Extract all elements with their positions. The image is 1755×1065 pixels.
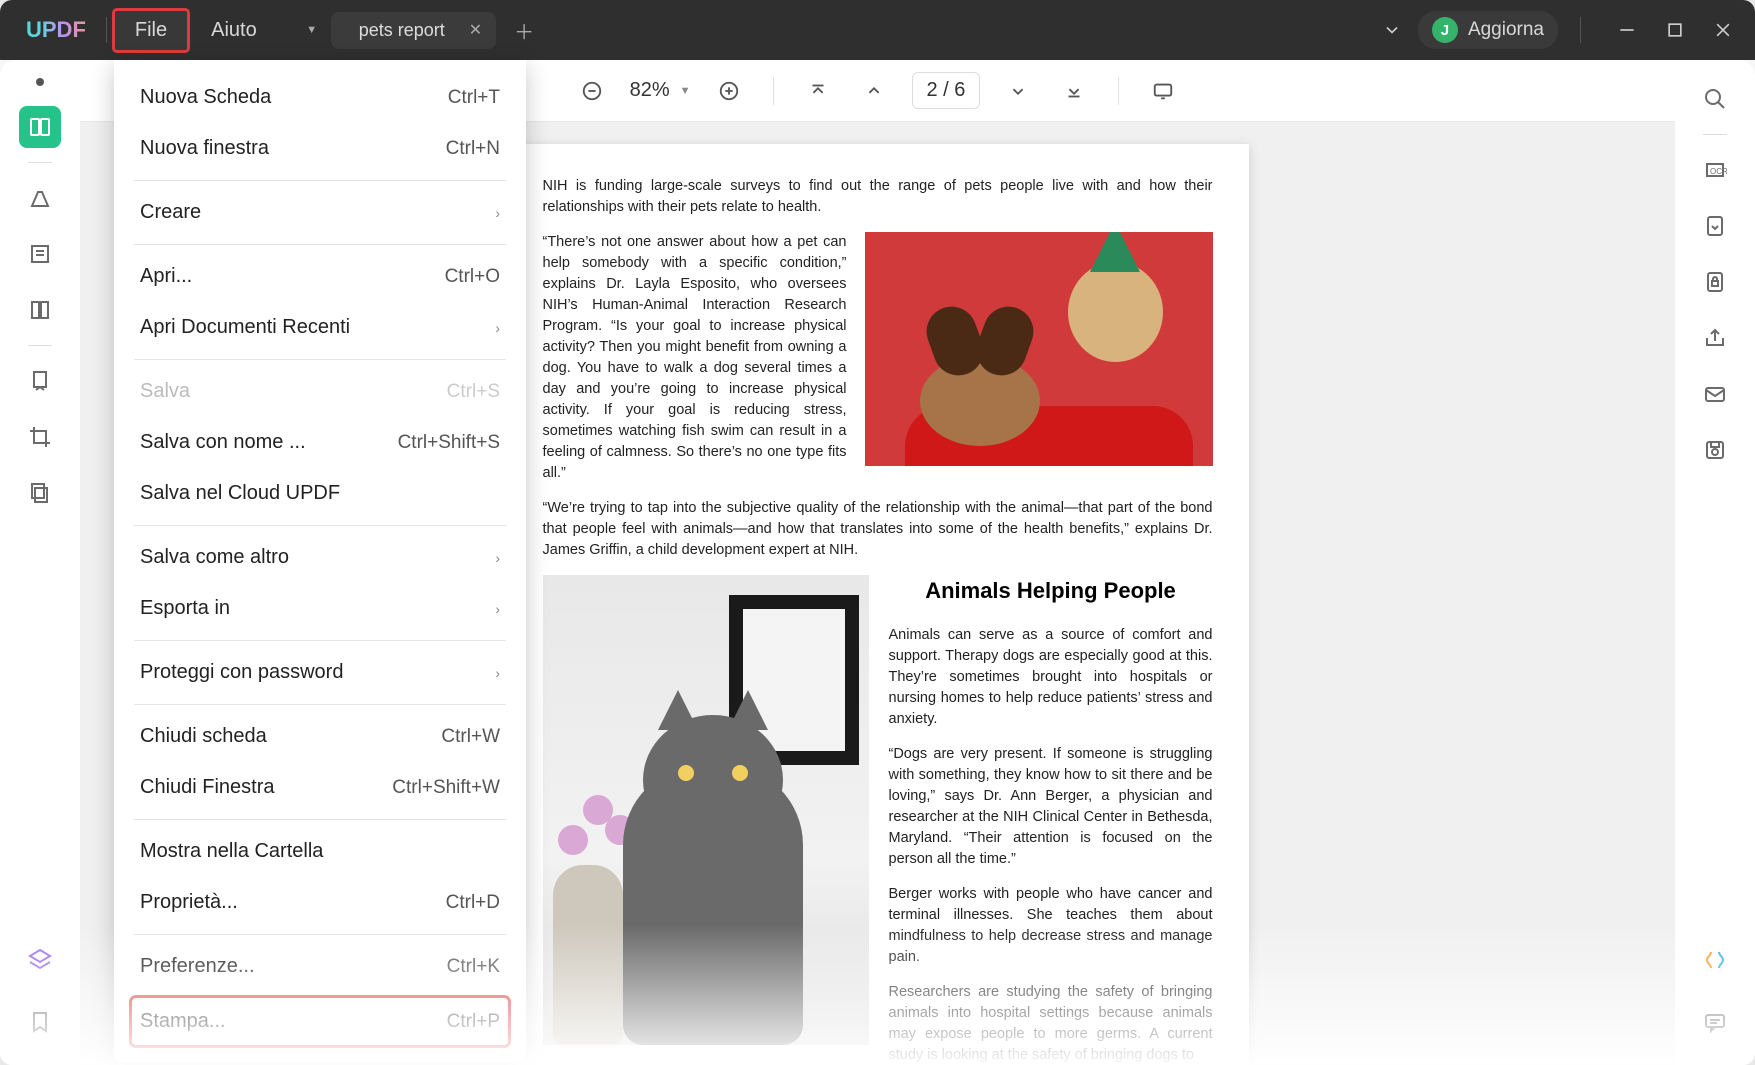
menu-item-print[interactable]: Stampa...Ctrl+P [130,996,510,1047]
upgrade-button[interactable]: J Aggiorna [1418,11,1558,49]
save-disk-icon[interactable] [1694,429,1736,471]
ocr-icon[interactable]: OCR [1694,149,1736,191]
ai-icon[interactable] [1694,939,1736,981]
right-toolbar: OCR [1675,60,1755,1065]
menu-item-protect[interactable]: Proteggi con password› [114,647,526,698]
svg-text:OCR: OCR [1710,167,1727,176]
tab-list-dropdown[interactable]: ▼ [297,14,327,46]
separator [134,180,506,181]
separator [134,704,506,705]
new-tab-button[interactable]: ＋ [506,12,542,48]
zoom-in-icon[interactable] [711,73,747,109]
pdf-page: NIH is funding large-scale surveys to fi… [507,144,1249,1065]
zoom-out-icon[interactable] [574,73,610,109]
prev-page-icon[interactable] [856,73,892,109]
chevron-down-icon[interactable] [1382,20,1402,40]
dogs-image [865,232,1213,466]
paragraph: Berger works with people who have cancer… [889,884,1213,968]
separator [1580,17,1581,43]
menu-item-close-window[interactable]: Chiudi FinestraCtrl+Shift+W [114,762,526,813]
tab-title: pets report [359,20,445,41]
copy-pages-icon[interactable] [19,472,61,514]
page-indicator[interactable]: 2 / 6 [912,72,981,109]
menu-item-export[interactable]: Esporta in› [114,583,526,634]
paragraph: Researchers are studying the safety of b… [889,982,1213,1065]
paragraph: “We’re trying to tap into the subjective… [543,498,1213,561]
chevron-right-icon: › [495,320,500,336]
separator [134,244,506,245]
highlight-icon[interactable] [19,177,61,219]
chevron-right-icon: › [495,601,500,617]
menu-item-save: SalvaCtrl+S [114,366,526,417]
menu-item-save-other[interactable]: Salva come altro› [114,532,526,583]
tabbar: ▼ pets report ✕ ＋ [297,12,542,49]
menu-file[interactable]: File [113,9,189,52]
next-page-icon[interactable] [1000,73,1036,109]
last-page-icon[interactable] [1056,73,1092,109]
separator [134,525,506,526]
user-avatar: J [1432,17,1458,43]
menu-item-close-tab[interactable]: Chiudi schedaCtrl+W [114,711,526,762]
document-tab[interactable]: pets report ✕ [331,12,496,49]
paragraph: Animals can serve as a source of comfort… [889,625,1213,730]
presentation-icon[interactable] [1145,73,1181,109]
reader-mode-icon[interactable] [19,106,61,148]
cat-image [543,575,869,1045]
organize-icon[interactable] [19,360,61,402]
menu-help[interactable]: Aiuto [189,9,279,52]
close-icon[interactable] [1713,20,1733,40]
separator [773,77,774,105]
caret-down-icon: ▼ [680,85,691,97]
menu-item-new-window[interactable]: Nuova finestraCtrl+N [114,123,526,174]
upgrade-label: Aggiorna [1468,19,1544,41]
separator [134,359,506,360]
separator [134,819,506,820]
bookmark-icon[interactable] [19,1001,61,1043]
separator [28,345,52,346]
edit-text-icon[interactable] [19,233,61,275]
chevron-right-icon: › [495,205,500,221]
email-icon[interactable] [1694,373,1736,415]
separator [28,162,52,163]
separator [1703,134,1727,135]
share-icon[interactable] [1694,317,1736,359]
protect-icon[interactable] [1694,261,1736,303]
close-tab-icon[interactable]: ✕ [469,20,482,40]
zoom-level[interactable]: 82% ▼ [630,79,691,102]
paragraph: NIH is funding large-scale surveys to fi… [543,176,1213,218]
menu-item-save-as[interactable]: Salva con nome ...Ctrl+Shift+S [114,417,526,468]
page-thumbs-icon[interactable] [19,289,61,331]
left-toolbar [0,60,80,1065]
menu-item-open[interactable]: Apri...Ctrl+O [114,251,526,302]
search-icon[interactable] [1694,78,1736,120]
layers-icon[interactable] [19,939,61,981]
titlebar: UPDF File Aiuto ▼ pets report ✕ ＋ J Aggi… [0,0,1755,60]
file-menu: Nuova SchedaCtrl+T Nuova finestraCtrl+N … [114,60,526,1063]
menu-item-preferences[interactable]: Preferenze...Ctrl+K [114,941,526,992]
maximize-icon[interactable] [1665,20,1685,40]
paragraph: “Dogs are very present. If someone is st… [889,744,1213,870]
menu-item-properties[interactable]: Proprietà...Ctrl+D [114,877,526,928]
dot-icon [36,78,44,86]
crop-icon[interactable] [19,416,61,458]
separator [134,640,506,641]
chevron-right-icon: › [495,665,500,681]
separator [1118,77,1119,105]
section-heading: Animals Helping People [889,575,1213,607]
menu-item-open-recent[interactable]: Apri Documenti Recenti› [114,302,526,353]
convert-icon[interactable] [1694,205,1736,247]
menu-item-save-cloud[interactable]: Salva nel Cloud UPDF [114,468,526,519]
separator [134,934,506,935]
comment-icon[interactable] [1694,1001,1736,1043]
menu-item-new-tab[interactable]: Nuova SchedaCtrl+T [114,72,526,123]
menu-item-show-folder[interactable]: Mostra nella Cartella [114,826,526,877]
app-logo: UPDF [12,17,100,43]
chevron-right-icon: › [495,550,500,566]
first-page-icon[interactable] [800,73,836,109]
separator [106,17,107,43]
paragraph: “There’s not one answer about how a pet … [543,232,847,484]
menu-item-create[interactable]: Creare› [114,187,526,238]
minimize-icon[interactable] [1617,20,1637,40]
